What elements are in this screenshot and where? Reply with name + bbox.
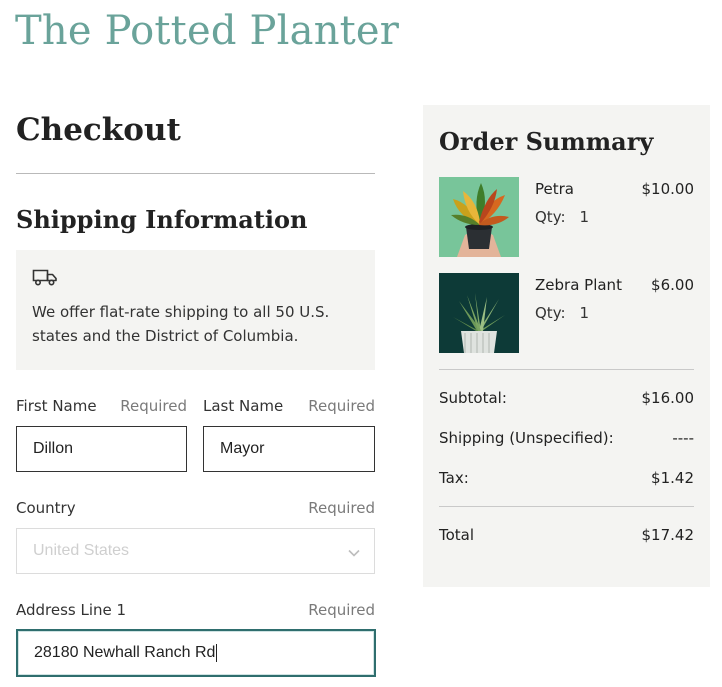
store-logo[interactable]: The Potted Planter [15,8,399,54]
text-cursor [216,644,218,662]
total-value: $17.42 [641,526,695,544]
item-name-zebra-plant: Zebra Plant [535,276,622,294]
shipping-section-title: Shipping Information [16,205,308,234]
tax-value: $1.42 [651,469,694,487]
order-summary-title: Order Summary [439,127,654,156]
last-name-label: Last Name [203,397,284,415]
product-image-zebra-plant [439,273,519,353]
title-divider [16,173,375,174]
first-name-label: First Name [16,397,97,415]
address-line1-required: Required [308,601,375,619]
page-title: Checkout [16,112,181,148]
total-divider [439,506,694,507]
shipping-notice: We offer flat-rate shipping to all 50 U.… [16,250,375,370]
country-label: Country [16,499,76,517]
last-name-input[interactable]: Mayor [203,426,375,472]
subtotal-label: Subtotal: [439,389,507,407]
country-required: Required [308,499,375,517]
first-name-input[interactable]: Dillon [16,426,187,472]
shipping-notice-text: We offer flat-rate shipping to all 50 U.… [32,303,330,345]
country-select[interactable]: United States [16,528,375,574]
product-image-petra [439,177,519,257]
summary-divider [439,369,694,370]
chevron-down-icon [348,544,360,562]
subtotal-value: $16.00 [641,389,695,407]
shipping-cost-value: ---- [672,429,694,447]
item-qty-petra: Qty: 1 [535,208,590,226]
item-name-petra: Petra [535,180,574,198]
last-name-value: Mayor [220,440,265,457]
address-line1-label: Address Line 1 [16,601,127,619]
truck-icon [32,268,359,286]
address-line1-value: 28180 Newhall Ranch Rd [34,644,216,661]
item-qty-zebra-plant: Qty: 1 [535,304,590,322]
tax-label: Tax: [439,469,469,487]
order-summary-panel: Order Summary Petra Qty: 1 $10.00 Zebra … [423,105,710,587]
shipping-cost-label: Shipping (Unspecified): [439,429,614,447]
country-placeholder: United States [33,542,130,559]
item-price-zebra-plant: $6.00 [651,276,694,294]
address-line1-input[interactable]: 28180 Newhall Ranch Rd [16,629,376,677]
last-name-required: Required [308,397,375,415]
item-price-petra: $10.00 [641,180,695,198]
total-label: Total [439,526,475,544]
first-name-value: Dillon [33,440,74,457]
first-name-required: Required [120,397,187,415]
